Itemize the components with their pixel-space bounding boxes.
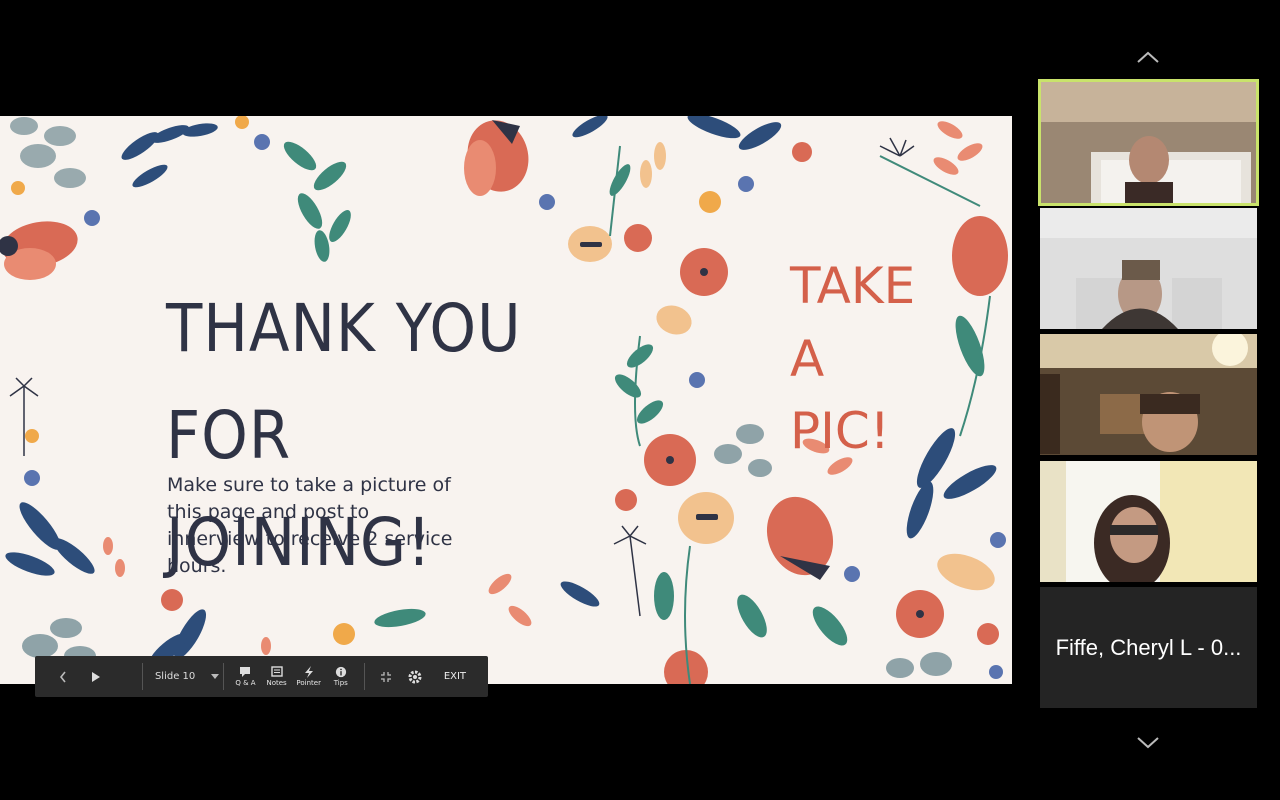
participant-video xyxy=(1040,208,1257,329)
presentation-toolbar: Slide 10 Q & A Notes Pointer Tips EXIT xyxy=(35,656,488,697)
pointer-label: Pointer xyxy=(296,679,321,687)
prev-slide-button[interactable] xyxy=(35,671,91,683)
chevron-left-icon xyxy=(60,671,66,682)
participant-name: Fiffe, Cheryl L - 0... xyxy=(1055,634,1242,660)
participant-tile[interactable] xyxy=(1040,334,1257,455)
exit-fullscreen-button[interactable] xyxy=(365,671,408,683)
slide-body-text: Make sure to take a picture of this page… xyxy=(167,474,453,577)
participant-video xyxy=(1040,461,1257,582)
qa-label: Q & A xyxy=(235,679,256,687)
notes-icon xyxy=(270,666,283,677)
participant-tile-active-speaker[interactable] xyxy=(1038,79,1259,206)
dropdown-arrow-icon xyxy=(211,673,220,679)
participant-tile[interactable] xyxy=(1040,461,1257,582)
pointer-icon xyxy=(304,666,313,678)
participant-tile[interactable] xyxy=(1040,208,1257,329)
settings-button[interactable] xyxy=(408,670,422,684)
slide-subtitle: TAKE A PIC! xyxy=(790,257,916,460)
tips-button[interactable]: Tips xyxy=(327,666,354,687)
participant-video xyxy=(1040,334,1257,455)
play-icon xyxy=(92,671,101,682)
pointer-button[interactable]: Pointer xyxy=(290,666,327,687)
slide-select-value: Slide 10 xyxy=(154,671,196,682)
participant-name-tile[interactable]: Fiffe, Cheryl L - 0... xyxy=(1040,587,1257,708)
exit-label: EXIT xyxy=(443,671,467,682)
info-icon xyxy=(335,666,346,678)
qa-button[interactable]: Q & A xyxy=(228,666,263,687)
scroll-down-chevron-icon[interactable] xyxy=(1136,736,1160,750)
notes-label: Notes xyxy=(266,679,287,687)
chat-icon xyxy=(240,667,251,677)
slide-canvas: THANK YOU FOR JOINING! TAKE A PIC! Make … xyxy=(0,116,1012,684)
notes-button[interactable]: Notes xyxy=(263,666,290,687)
scroll-up-chevron-icon[interactable] xyxy=(1136,50,1160,64)
next-slide-button[interactable] xyxy=(91,671,114,683)
participant-video xyxy=(1041,82,1256,203)
collapse-icon xyxy=(381,671,392,682)
tips-label: Tips xyxy=(333,679,348,687)
slide-select-dropdown[interactable]: Slide 10 xyxy=(143,671,223,682)
gear-icon xyxy=(408,670,422,683)
toolbar-divider xyxy=(223,663,224,690)
exit-button[interactable]: EXIT xyxy=(422,671,488,682)
